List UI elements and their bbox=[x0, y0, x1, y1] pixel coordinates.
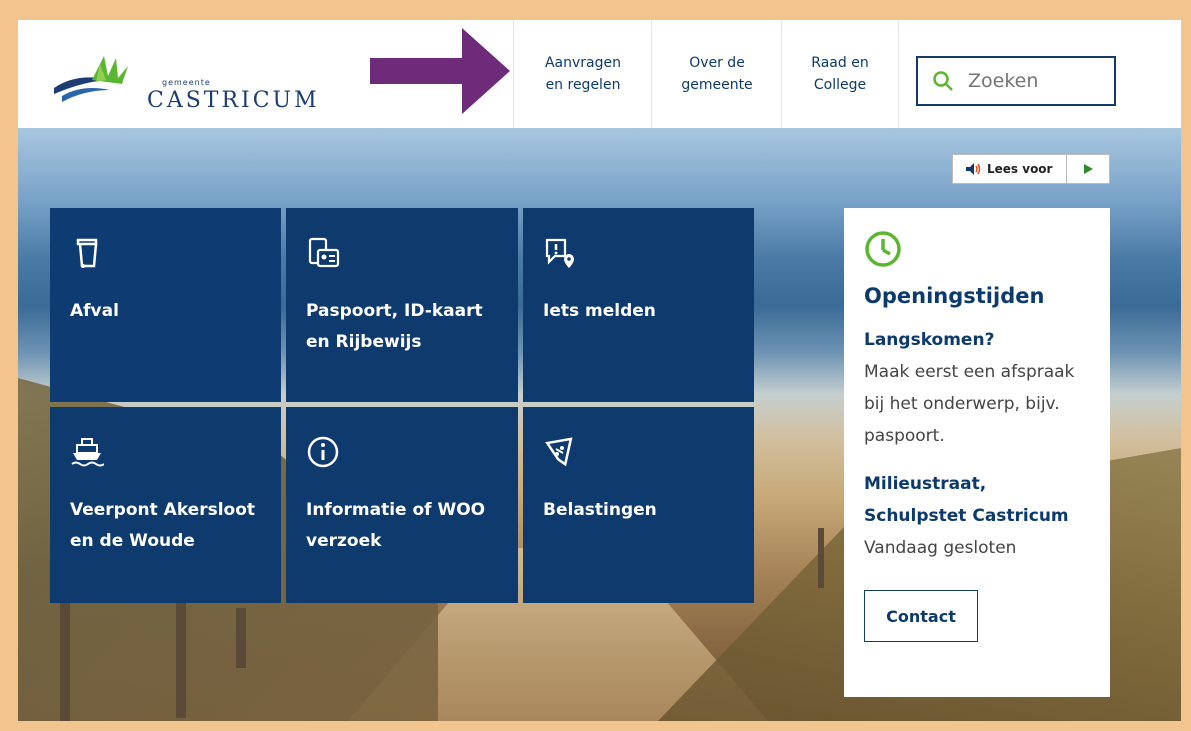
openingstijden-title: Openingstijden bbox=[864, 284, 1045, 308]
nav-over-line2: gemeente bbox=[681, 77, 753, 93]
fence-post bbox=[60, 588, 70, 721]
tile-belastingen[interactable]: Belastingen bbox=[523, 407, 754, 603]
tile-belastingen-title: Belastingen bbox=[543, 500, 657, 520]
contact-button[interactable]: Contact bbox=[864, 590, 978, 642]
tile-informatie-woo-title: Informatie of WOO verzoek bbox=[306, 500, 486, 551]
page: gemeente CASTRICUM Aanvragen en regelen O… bbox=[18, 20, 1181, 721]
tile-afval-title: Afval bbox=[70, 301, 119, 321]
langskomen-heading: Langskomen? bbox=[864, 330, 995, 350]
report-location-icon bbox=[545, 238, 574, 268]
openingstijden-panel: Openingstijden Langskomen? Maak eerst ee… bbox=[844, 208, 1110, 697]
id-card-icon bbox=[308, 237, 340, 268]
tile-veerpont-title: Veerpont Akersloot en de Woude bbox=[70, 500, 256, 551]
screenshot-frame: gemeente CASTRICUM Aanvragen en regelen O… bbox=[10, 10, 1181, 721]
tile-informatie-woo[interactable]: Informatie of WOO verzoek bbox=[286, 407, 518, 603]
logo[interactable]: gemeente CASTRICUM bbox=[52, 50, 317, 113]
tile-veerpont[interactable]: Veerpont Akersloot en de Woude bbox=[50, 407, 281, 603]
tile-iets-melden-title: Iets melden bbox=[543, 301, 656, 321]
tile-iets-melden[interactable]: Iets melden bbox=[523, 208, 754, 402]
clock-icon bbox=[865, 231, 901, 267]
speaker-icon bbox=[966, 163, 981, 175]
read-aloud-label: Lees voor bbox=[987, 162, 1053, 176]
tile-paspoort-title: Paspoort, ID-kaart en Rijbewijs bbox=[306, 301, 483, 352]
fence-post bbox=[176, 598, 186, 718]
milieustraat-status: Vandaag gesloten bbox=[864, 538, 1017, 558]
info-icon bbox=[307, 436, 339, 468]
nav-aanvragen[interactable]: Aanvragen en regelen bbox=[513, 20, 652, 128]
read-aloud-widget[interactable]: Lees voor bbox=[952, 154, 1110, 184]
logo-title: CASTRICUM bbox=[147, 88, 320, 113]
site-header: gemeente CASTRICUM Aanvragen en regelen O… bbox=[18, 20, 1181, 129]
logo-subtitle: gemeente bbox=[162, 78, 211, 87]
milieustraat-heading: Milieustraat, Schulpstet Castricum bbox=[864, 474, 1069, 526]
search-icon bbox=[933, 71, 953, 91]
nav-raad-en-college[interactable]: Raad en College bbox=[781, 20, 899, 128]
tile-paspoort[interactable]: Paspoort, ID-kaart en Rijbewijs bbox=[286, 208, 518, 402]
ferry-icon bbox=[71, 438, 105, 467]
search-input[interactable] bbox=[966, 69, 1110, 93]
search-box[interactable] bbox=[916, 56, 1116, 106]
logo-emblem-icon bbox=[54, 56, 128, 102]
read-aloud-button[interactable]: Lees voor bbox=[953, 155, 1067, 183]
tax-ticket-icon bbox=[545, 437, 573, 467]
langskomen-text: Maak eerst een afspraak bij het onderwer… bbox=[864, 362, 1075, 446]
nav-over-line1: Over de bbox=[689, 55, 745, 71]
trash-bin-icon bbox=[76, 238, 98, 268]
fence-post bbox=[818, 528, 824, 588]
tile-afval[interactable]: Afval bbox=[50, 208, 281, 402]
nav-aanvragen-line2: en regelen bbox=[545, 77, 621, 93]
play-button[interactable] bbox=[1067, 163, 1109, 175]
nav-raad-line1: Raad en bbox=[811, 55, 869, 71]
fence-post bbox=[236, 608, 246, 668]
nav-over-de-gemeente[interactable]: Over de gemeente bbox=[651, 20, 782, 128]
nav-raad-line2: College bbox=[813, 77, 867, 93]
annotation-arrow-icon bbox=[370, 28, 510, 114]
play-icon bbox=[1084, 164, 1093, 174]
nav-aanvragen-line1: Aanvragen bbox=[544, 55, 622, 71]
